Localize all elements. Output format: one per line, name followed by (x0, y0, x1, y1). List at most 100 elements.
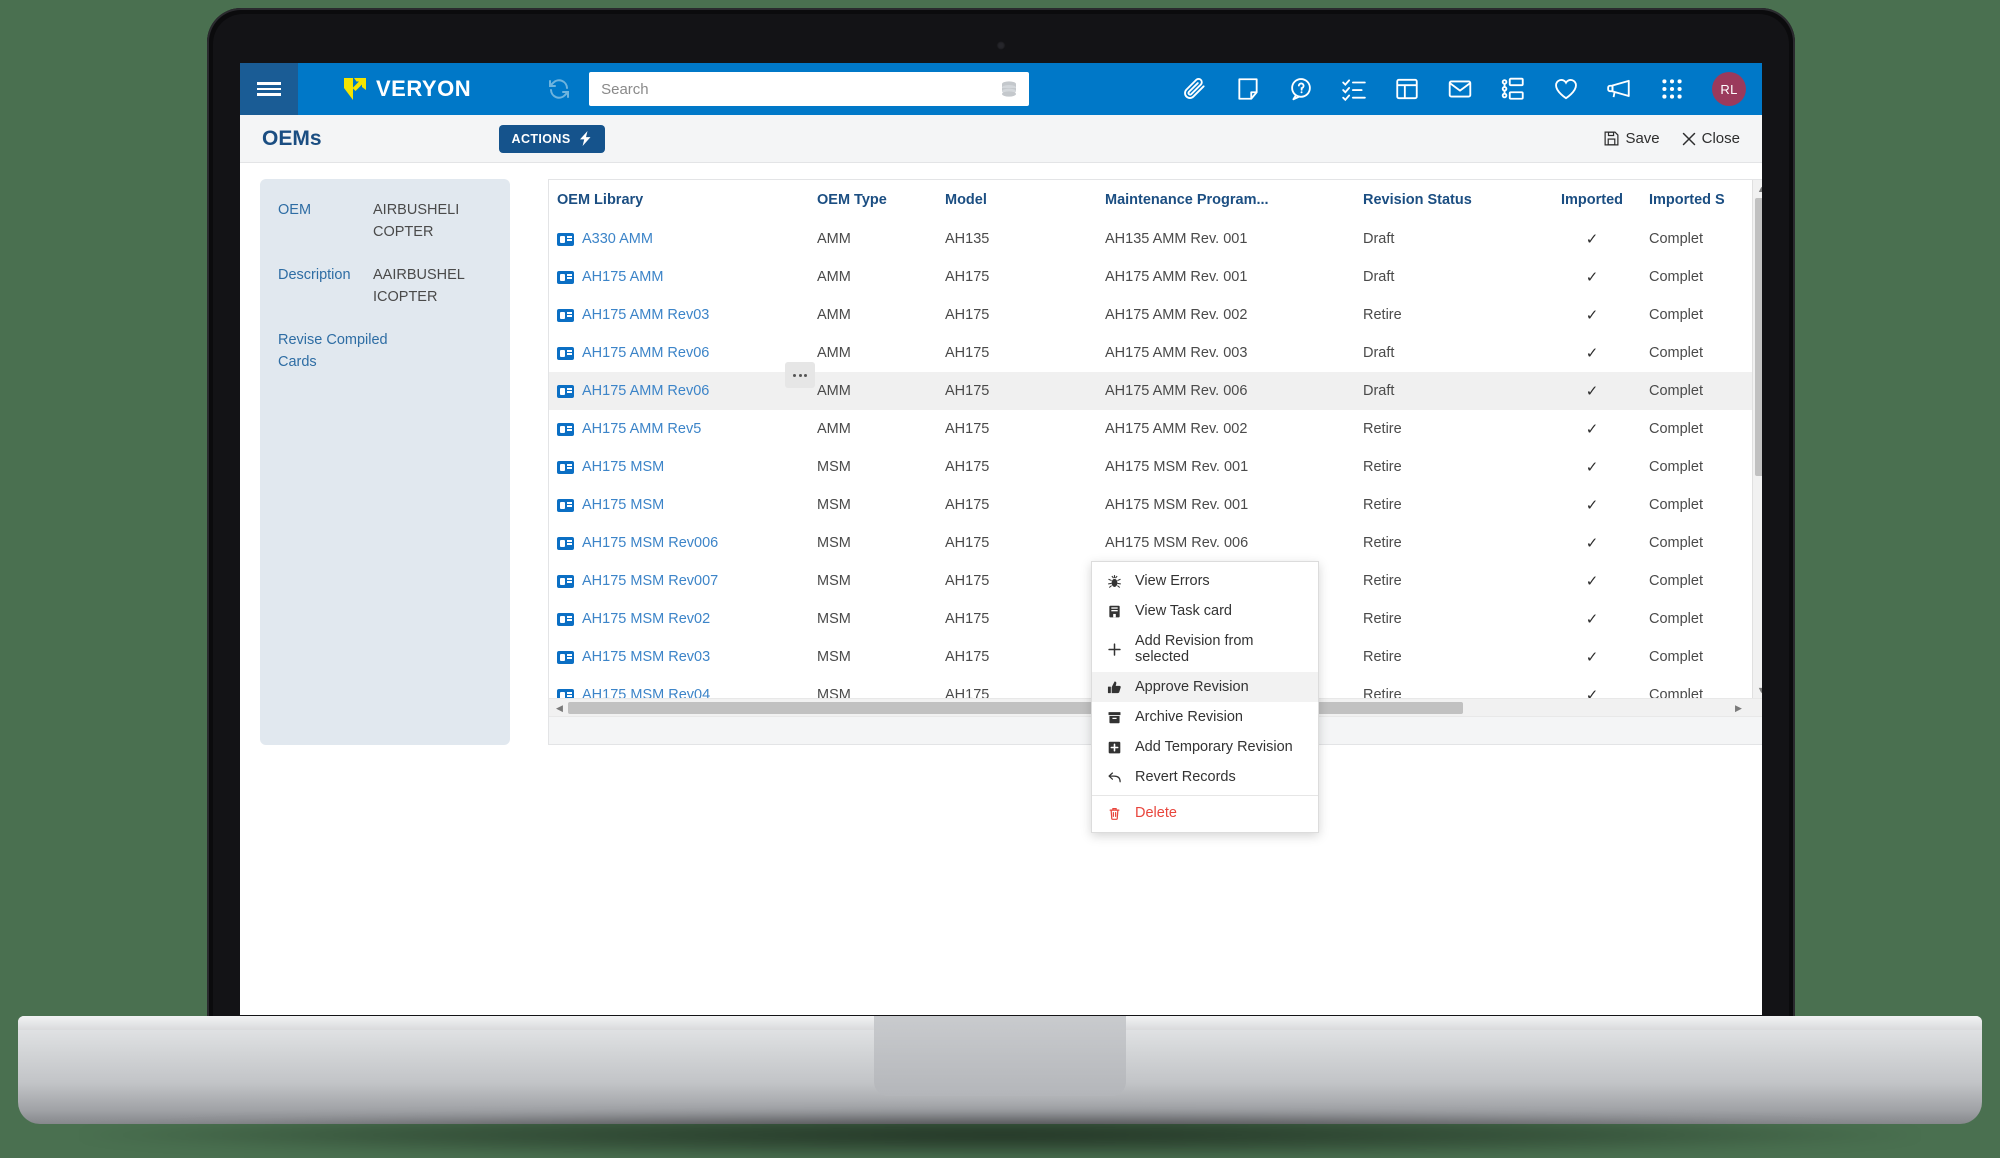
table-row[interactable]: AH175 AMM Rev06 AMM AH175 AH175 AMM Rev. 00… (549, 334, 1762, 372)
context-menu-item-archive-revision[interactable]: Archive Revision (1092, 702, 1318, 732)
checklist-icon[interactable] (1341, 76, 1367, 102)
vertical-scrollbar[interactable]: ▲ ▼ (1752, 180, 1762, 698)
oem-library-link[interactable]: AH175 AMM Rev06 (582, 383, 709, 399)
context-menu-item-approve-revision[interactable]: Approve Revision (1092, 672, 1318, 702)
search-box[interactable] (589, 72, 1030, 106)
oem-library-link[interactable]: AH175 MSM Rev03 (582, 649, 710, 665)
oem-library-link[interactable]: AH175 MSM (582, 459, 664, 475)
scroll-left-arrow-icon[interactable]: ◀ (551, 699, 568, 717)
cell-imported: ✓ (1535, 600, 1649, 638)
cell-imported: ✓ (1535, 524, 1649, 562)
context-menu-item-view-errors[interactable]: View Errors (1092, 566, 1318, 596)
page-content: OEM AIRBUSHELICOPTER Description AAIRBUS… (240, 163, 1762, 833)
paperclip-icon[interactable] (1182, 76, 1208, 102)
oem-library-link[interactable]: AH175 MSM (582, 497, 664, 513)
cell-oem-type: AMM (817, 421, 851, 437)
scroll-down-arrow-icon[interactable]: ▼ (1753, 681, 1762, 698)
cell-oem-type: AMM (817, 231, 851, 247)
hamburger-menu-button[interactable] (240, 63, 298, 115)
context-menu-item-revert-records[interactable]: Revert Records (1092, 762, 1318, 792)
question-chat-icon[interactable] (1288, 76, 1314, 102)
cell-oem-type: AMM (817, 383, 851, 399)
actions-button[interactable]: ACTIONS (498, 124, 605, 153)
note-icon[interactable] (1235, 76, 1261, 102)
oem-library-link[interactable]: AH175 AMM (582, 269, 663, 285)
oem-library-link[interactable]: AH175 AMM Rev03 (582, 307, 709, 323)
check-icon: ✓ (1585, 535, 1599, 552)
mail-icon[interactable] (1447, 76, 1473, 102)
column-header-model[interactable]: Model (945, 180, 1105, 220)
cell-revision-status: Retire (1363, 649, 1402, 665)
cell-oem-type: AMM (817, 307, 851, 323)
scroll-right-arrow-icon[interactable]: ▶ (1730, 699, 1747, 717)
row-actions-ellipsis-button[interactable] (785, 362, 815, 388)
brand-logo[interactable]: VERYON (342, 76, 471, 102)
laptop-shadow (80, 1112, 1920, 1158)
cell-imported-status: Complet (1649, 307, 1703, 323)
cell-model: AH135 (945, 231, 990, 247)
column-header-imported-status[interactable]: Imported S (1649, 180, 1762, 220)
column-header-imported[interactable]: Imported (1535, 180, 1649, 220)
avatar[interactable]: RL (1712, 72, 1746, 106)
table-row[interactable]: AH175 AMM Rev5 AMM AH175 AH175 AMM Rev. 002… (549, 410, 1762, 448)
table-row[interactable]: AH175 MSM Rev006 MSM AH175 AH175 MSM Rev. 0… (549, 524, 1762, 562)
cell-imported-status: Complet (1649, 611, 1703, 627)
table-row[interactable]: A330 AMM AMM AH135 AH135 AMM Rev. 001 Draft ✓… (549, 220, 1762, 258)
cell-imported: ✓ (1535, 372, 1649, 410)
cell-revision-status: Retire (1363, 307, 1402, 323)
column-header-revision-status[interactable]: Revision Status (1363, 180, 1535, 220)
list-detail-icon[interactable] (1500, 76, 1526, 102)
record-card-icon (557, 460, 574, 474)
vertical-scrollbar-thumb[interactable] (1755, 198, 1762, 476)
context-menu-item-add-revision-from-selected[interactable]: Add Revision from selected (1092, 626, 1318, 672)
description-field-label: Description (278, 266, 351, 283)
cell-imported: ✓ (1535, 334, 1649, 372)
oem-library-link[interactable]: AH175 MSM Rev007 (582, 573, 718, 589)
heart-icon[interactable] (1553, 76, 1579, 102)
cell-model: AH175 (945, 573, 990, 589)
cell-model: AH175 (945, 535, 990, 551)
scroll-up-arrow-icon[interactable]: ▲ (1753, 180, 1762, 197)
cell-revision-status: Retire (1363, 687, 1402, 698)
oem-library-link[interactable]: AH175 AMM Rev5 (582, 421, 701, 437)
close-button[interactable]: Close (1682, 130, 1740, 147)
refresh-icon[interactable] (547, 77, 571, 101)
table-row[interactable]: AH175 MSM MSM AH175 AH175 MSM Rev. 001 Retir… (549, 448, 1762, 486)
table-row[interactable]: AH175 MSM MSM AH175 AH175 MSM Rev. 001 Retir… (549, 486, 1762, 524)
cell-model: AH175 (945, 269, 990, 285)
megaphone-icon[interactable] (1606, 76, 1632, 102)
table-row[interactable]: AH175 AMM Rev06 AMM AH175 AH175 AMM Rev. 00… (549, 372, 1762, 410)
check-icon: ✓ (1585, 345, 1599, 362)
horizontal-scrollbar-thumb[interactable] (568, 702, 1463, 714)
search-input[interactable] (589, 72, 1030, 106)
cell-maintenance-program: AH135 AMM Rev. 001 (1105, 231, 1248, 247)
revise-compiled-cards-link[interactable]: Revise Compiled Cards (278, 329, 388, 374)
cell-maintenance-program: AH175 MSM Rev. 001 (1105, 459, 1249, 475)
oem-library-link[interactable]: AH175 AMM Rev06 (582, 345, 709, 361)
check-icon: ✓ (1585, 383, 1599, 400)
column-header-maintenance-program[interactable]: Maintenance Program... (1105, 180, 1363, 220)
layout-icon[interactable] (1394, 76, 1420, 102)
oem-library-link[interactable]: AH175 MSM Rev04 (582, 687, 710, 698)
cell-imported-status: Complet (1649, 269, 1703, 285)
laptop-lid: VERYON Search RL OEMs ACTIONS Save Close… (207, 8, 1795, 1030)
context-menu-item-add-temporary-revision[interactable]: Add Temporary Revision (1092, 732, 1318, 762)
header-actions: Save Close (1604, 130, 1740, 147)
table-row[interactable]: AH175 AMM AMM AH175 AH175 AMM Rev. 001 Draft… (549, 258, 1762, 296)
table-row[interactable]: AH175 AMM Rev03 AMM AH175 AH175 AMM Rev. 00… (549, 296, 1762, 334)
context-menu-item-view-task-card[interactable]: View Task card (1092, 596, 1318, 626)
context-menu-item-delete[interactable]: Delete (1092, 795, 1318, 828)
database-icon[interactable] (999, 79, 1019, 99)
thumbs-up-icon (1106, 680, 1122, 695)
oem-library-link[interactable]: AH175 MSM Rev006 (582, 535, 718, 551)
oem-library-link[interactable]: AH175 MSM Rev02 (582, 611, 710, 627)
save-button[interactable]: Save (1604, 130, 1660, 147)
cell-imported: ✓ (1535, 486, 1649, 524)
cell-model: AH175 (945, 687, 990, 698)
column-header-oem-type[interactable]: OEM Type (817, 180, 945, 220)
bug-icon (1106, 574, 1122, 589)
grid-apps-icon[interactable] (1659, 76, 1685, 102)
column-header-oem-library[interactable]: OEM Library (549, 180, 817, 220)
oem-library-link[interactable]: A330 AMM (582, 231, 653, 247)
cell-imported-status: Complet (1649, 459, 1703, 475)
